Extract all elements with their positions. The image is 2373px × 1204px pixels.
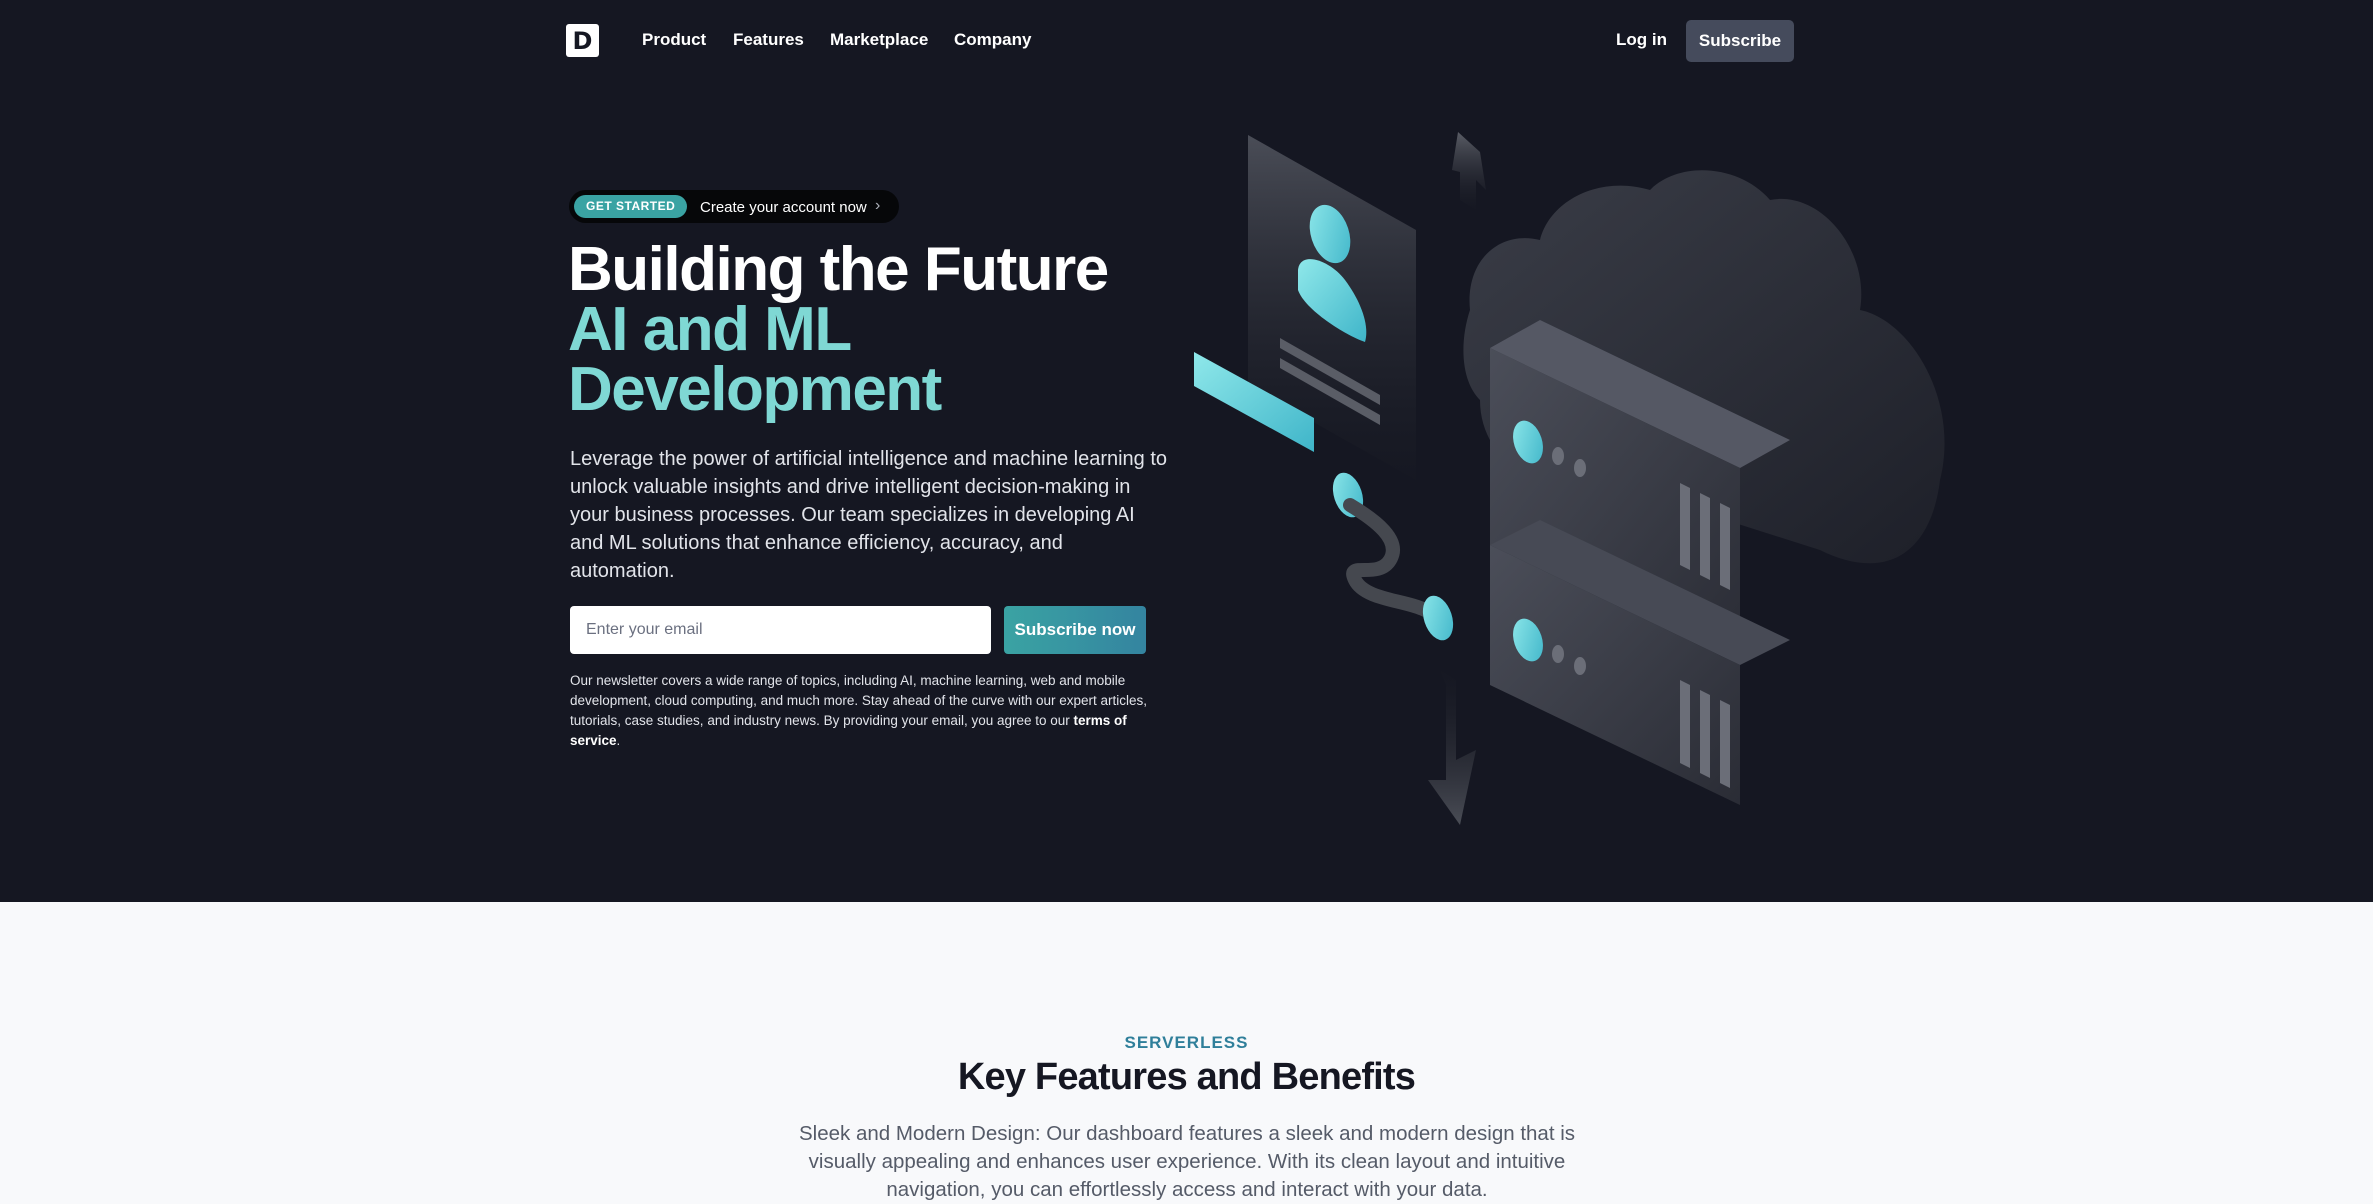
headline-line-3: Development [568, 355, 942, 424]
headline-line-1: Building the Future [568, 235, 1109, 304]
hero-headline: Building the Future AI and ML Developmen… [568, 235, 1109, 424]
nav-link-company[interactable]: Company [954, 30, 1031, 50]
headline-line-2: AI and ML [568, 295, 852, 364]
newsletter-fineprint: Our newsletter covers a wide range of to… [570, 671, 1150, 751]
features-eyebrow: SERVERLESS [1124, 1033, 1249, 1052]
get-started-pill[interactable]: GET STARTED Create your account now › [569, 190, 899, 223]
subscribe-now-button[interactable]: Subscribe now [1004, 606, 1146, 654]
login-link[interactable]: Log in [1616, 30, 1667, 50]
email-input[interactable] [570, 606, 991, 654]
up-arrow-icon [1452, 132, 1486, 210]
brand-logo-icon[interactable]: D [566, 24, 599, 57]
top-nav: D Product Features Marketplace Company L… [0, 0, 2373, 82]
logo-letter: D [572, 27, 593, 55]
nav-link-product[interactable]: Product [642, 30, 706, 50]
chevron-right-icon: › [875, 197, 881, 214]
hero-section: D Product Features Marketplace Company L… [0, 0, 2373, 902]
create-account-text: Create your account now [700, 199, 867, 216]
features-section: SERVERLESS Key Features and Benefits Sle… [0, 902, 2373, 1202]
down-arrow-icon [1428, 670, 1476, 825]
hero-lead-paragraph: Leverage the power of artificial intelli… [570, 448, 1168, 582]
fineprint-text: Our newsletter covers a wide range of to… [570, 673, 1148, 728]
nav-link-marketplace[interactable]: Marketplace [830, 30, 928, 50]
cloud-servers-illustration [1194, 132, 1945, 825]
get-started-badge: GET STARTED [574, 195, 688, 218]
features-description: Sleek and Modern Design: Our dashboard f… [798, 1122, 1576, 1201]
fineprint-end: . [616, 733, 621, 748]
subscribe-button[interactable]: Subscribe [1686, 20, 1794, 62]
features-title: Key Features and Benefits [957, 1056, 1416, 1098]
nav-link-features[interactable]: Features [733, 30, 804, 50]
